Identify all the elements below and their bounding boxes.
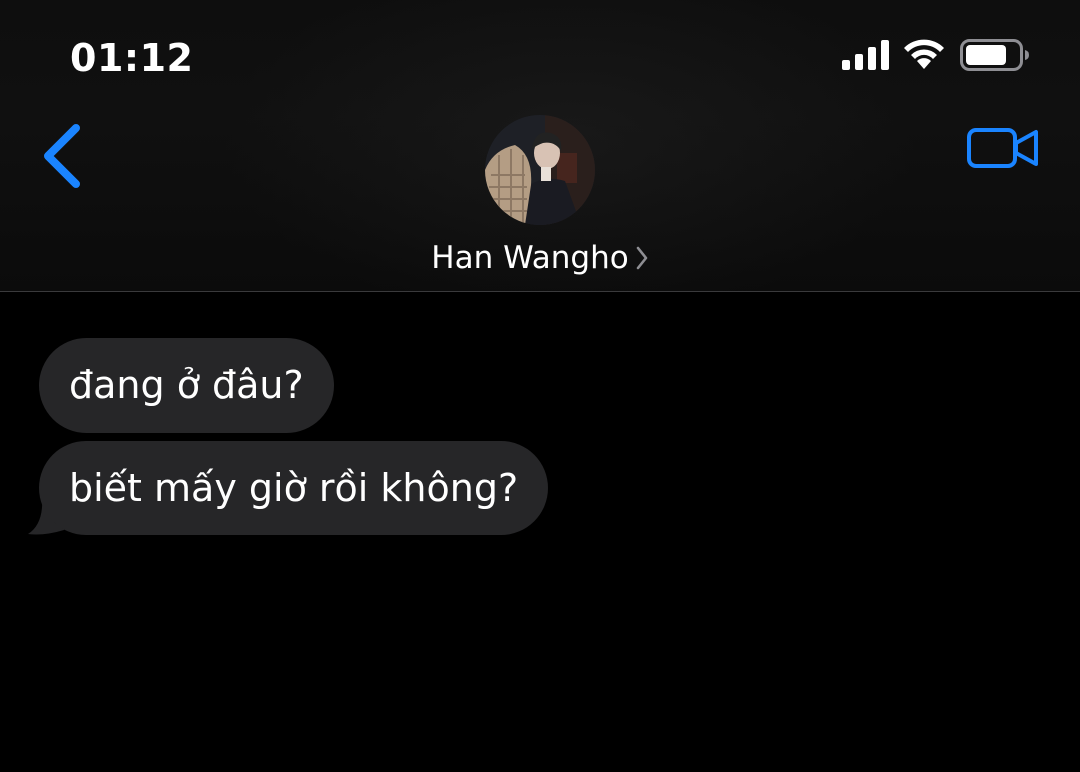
contact-name: Han Wangho [431,240,629,276]
message-bubble-incoming[interactable]: đang ở đâu? [39,338,334,433]
video-camera-icon [967,128,1038,168]
conversation-header: 01:12 Han Wangho [0,0,1080,291]
wifi-icon [904,39,944,69]
contact-name-button[interactable]: Han Wangho [0,240,1080,276]
message-text: biết mấy giờ rồi không? [69,466,519,510]
chevron-right-icon [636,246,648,270]
message-bubble-incoming[interactable]: biết mấy giờ rồi không? [39,441,549,535]
back-button[interactable] [36,120,92,192]
chevron-left-icon [44,124,80,188]
avatar-photo [485,115,595,225]
video-call-button[interactable] [966,124,1040,172]
message-text: đang ở đâu? [69,363,304,407]
header-divider [0,291,1080,292]
battery-icon [960,39,1029,71]
status-time: 01:12 [70,36,194,80]
contact-avatar[interactable] [485,115,595,225]
cellular-signal-icon [842,40,889,70]
